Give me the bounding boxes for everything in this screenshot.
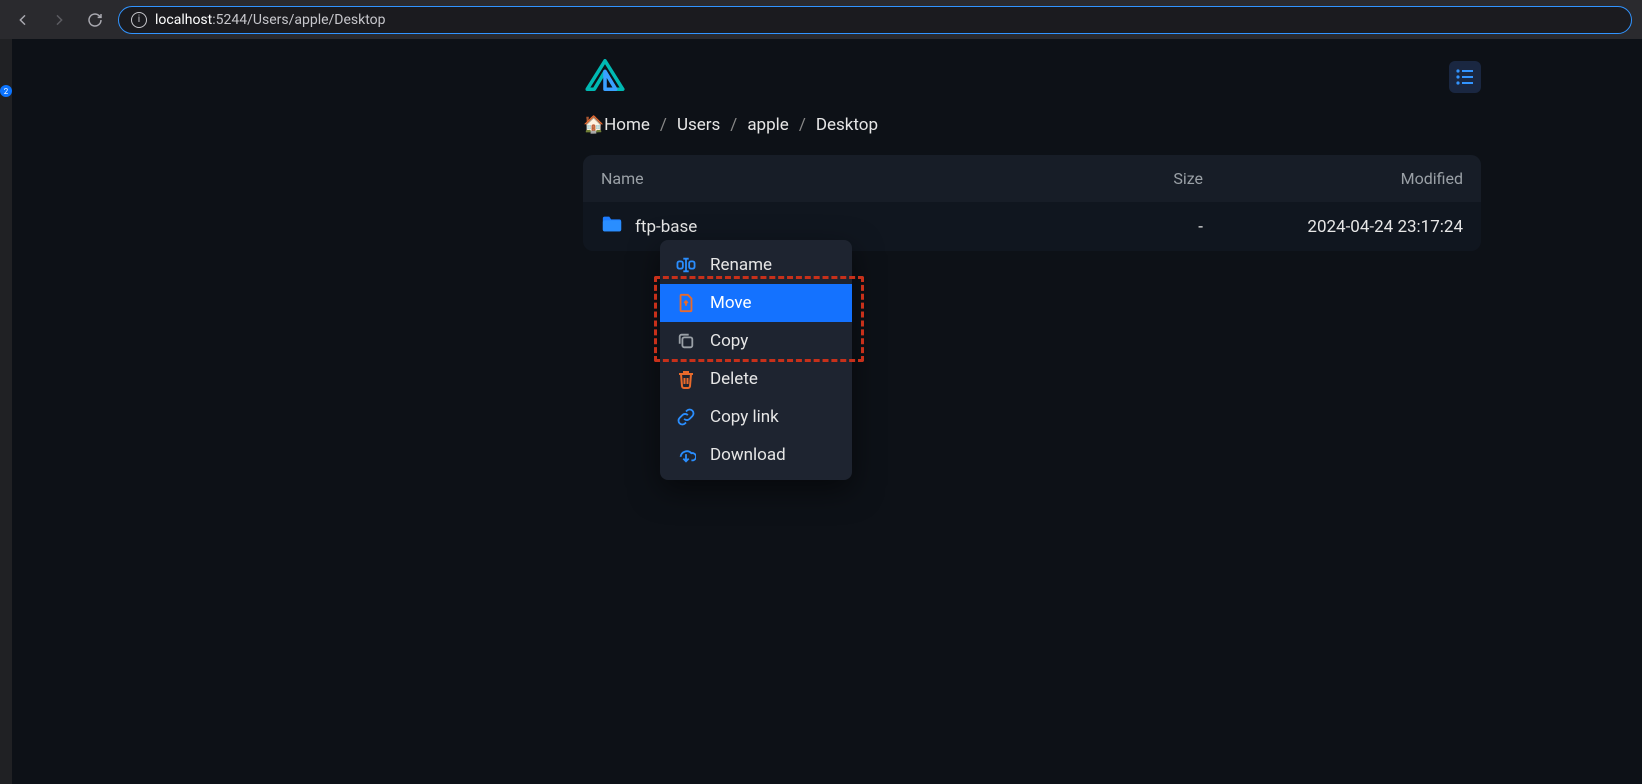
move-icon xyxy=(676,293,696,313)
delete-icon xyxy=(676,369,696,389)
app-logo[interactable] xyxy=(583,59,627,95)
file-size: - xyxy=(1043,217,1203,237)
menu-label: Download xyxy=(710,445,786,465)
menu-label: Move xyxy=(710,293,752,313)
file-modified: 2024-04-24 23:17:24 xyxy=(1203,217,1463,237)
breadcrumb-separator: / xyxy=(660,115,667,135)
left-rail: 2 xyxy=(0,39,13,784)
menu-delete[interactable]: Delete xyxy=(660,360,852,398)
menu-label: Copy xyxy=(710,331,748,351)
table-header: Name Size Modified xyxy=(583,155,1481,202)
menu-label: Copy link xyxy=(710,407,779,427)
download-icon xyxy=(676,445,696,465)
link-icon xyxy=(676,407,696,427)
folder-icon xyxy=(601,214,623,239)
menu-rename[interactable]: Rename xyxy=(660,246,852,284)
menu-label: Delete xyxy=(710,369,758,389)
file-name: ftp-base xyxy=(635,217,697,237)
breadcrumb-item[interactable]: apple xyxy=(747,115,789,135)
menu-download[interactable]: Download xyxy=(660,436,852,474)
breadcrumb: 🏠Home / Users / apple / Desktop xyxy=(583,115,1481,135)
breadcrumb-item[interactable]: Users xyxy=(677,115,720,135)
column-size[interactable]: Size xyxy=(1043,169,1203,188)
column-name[interactable]: Name xyxy=(601,169,1043,188)
menu-copy-link[interactable]: Copy link xyxy=(660,398,852,436)
rename-icon xyxy=(676,255,696,275)
view-list-button[interactable] xyxy=(1449,61,1481,93)
back-button[interactable] xyxy=(10,7,36,33)
breadcrumb-home[interactable]: 🏠Home xyxy=(583,115,650,135)
menu-copy[interactable]: Copy xyxy=(660,322,852,360)
rail-icon[interactable] xyxy=(1,49,11,59)
reload-button[interactable] xyxy=(82,7,108,33)
rail-badge[interactable]: 2 xyxy=(0,85,12,97)
menu-label: Rename xyxy=(710,255,772,275)
breadcrumb-separator: / xyxy=(730,115,737,135)
url-text: localhost:5244/Users/apple/Desktop xyxy=(155,12,386,28)
copy-icon xyxy=(676,331,696,351)
site-info-icon[interactable]: i xyxy=(131,12,147,28)
breadcrumb-separator: / xyxy=(799,115,806,135)
column-modified[interactable]: Modified xyxy=(1203,169,1463,188)
address-bar[interactable]: i localhost:5244/Users/apple/Desktop xyxy=(118,6,1632,34)
context-menu: Rename Move Copy Delete Copy link Downlo… xyxy=(660,240,852,480)
forward-button[interactable] xyxy=(46,7,72,33)
menu-move[interactable]: Move xyxy=(660,284,852,322)
breadcrumb-item[interactable]: Desktop xyxy=(816,115,878,135)
file-table: Name Size Modified ftp-base - 2024-04-24… xyxy=(583,155,1481,251)
browser-toolbar: i localhost:5244/Users/apple/Desktop xyxy=(0,0,1642,39)
